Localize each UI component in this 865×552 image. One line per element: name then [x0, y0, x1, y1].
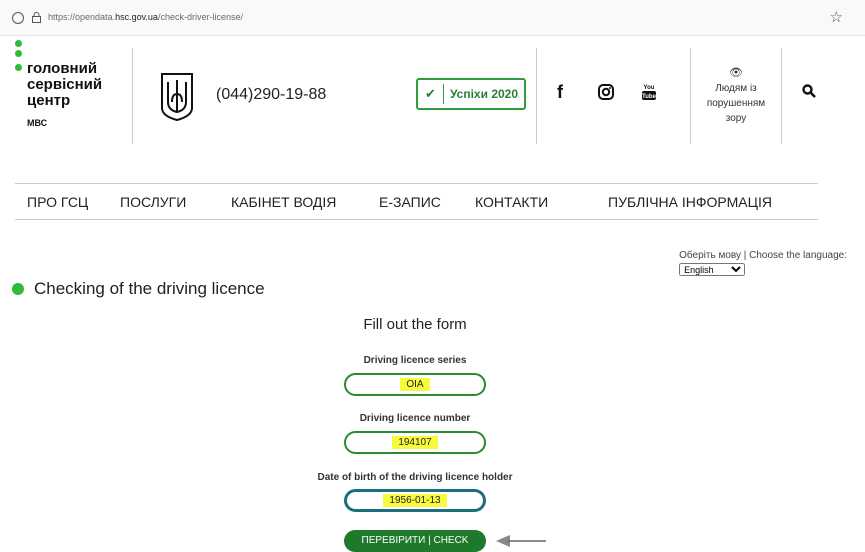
dob-label: Date of birth of the driving licence hol…: [317, 472, 513, 483]
coat-of-arms-icon: [161, 73, 193, 122]
nav-item-driver-cabinet[interactable]: КАБІНЕТ ВОДІЯ: [231, 194, 336, 210]
bookmark-star-icon[interactable]: ☆: [830, 8, 843, 26]
accessibility-line: зору: [725, 113, 747, 124]
check-button[interactable]: ПЕРЕВІРИТИ | CHECK: [344, 530, 486, 552]
dob-value: 1956-01-13: [383, 494, 447, 507]
series-value: OIA: [400, 378, 430, 391]
nav-divider: [15, 183, 818, 184]
divider: [781, 48, 782, 144]
page-title-text: Checking of the driving licence: [34, 279, 265, 298]
success-2020-button[interactable]: ✔ Успіхи 2020: [416, 78, 526, 110]
facebook-icon[interactable]: f: [557, 82, 563, 103]
svg-text:You: You: [644, 85, 655, 91]
logo-text: головний сервісний центр: [27, 61, 102, 109]
language-prompt: Оберіть мову | Choose the language:: [679, 250, 847, 261]
accessibility-line: порушенням: [706, 98, 766, 109]
nav-item-services[interactable]: ПОСЛУГИ: [120, 194, 186, 210]
number-label: Driving licence number: [359, 413, 471, 424]
logo-line: головний: [27, 60, 98, 77]
nav-item-contacts[interactable]: КОНТАКТИ: [475, 194, 548, 210]
nav-item-e-queue[interactable]: Е-ЗАПИС: [379, 194, 441, 210]
page-title: Checking of the driving licence: [12, 279, 265, 299]
series-label: Driving licence series: [363, 355, 467, 366]
dob-input[interactable]: 1956-01-13: [344, 489, 486, 512]
pointer-arrow-icon: [496, 535, 546, 547]
form-title: Fill out the form: [363, 316, 467, 333]
tracking-shield-icon[interactable]: [12, 12, 24, 24]
eye-icon: 👁: [729, 67, 743, 79]
green-bullet-icon: [12, 283, 24, 295]
browser-address-bar[interactable]: https://opendata.hsc.gov.ua/check-driver…: [0, 0, 865, 36]
logo-line: центр: [27, 92, 71, 109]
lock-icon[interactable]: [32, 12, 41, 23]
nav-divider: [15, 219, 818, 220]
accessibility-button[interactable]: 👁 Людям із порушенням зору: [690, 66, 782, 126]
divider: [536, 48, 537, 144]
divider: [132, 48, 133, 144]
url-prefix: https://opendata.: [48, 12, 116, 22]
youtube-icon[interactable]: You Tube: [641, 82, 657, 102]
address-url[interactable]: https://opendata.hsc.gov.ua/check-driver…: [48, 12, 243, 22]
success-label: Успіхи 2020: [449, 87, 519, 101]
instagram-icon[interactable]: [598, 84, 614, 100]
nav-item-public-info[interactable]: ПУБЛІЧНА ІНФОРМАЦІЯ: [608, 194, 772, 210]
search-icon[interactable]: [802, 84, 816, 98]
nav-item-about[interactable]: ПРО ГСЦ: [27, 194, 88, 210]
language-selector: Оберіть мову | Choose the language: Engl…: [679, 250, 847, 276]
language-select[interactable]: English: [679, 263, 746, 276]
phone-number[interactable]: (044)290-19-88: [216, 86, 326, 104]
url-domain: hsc.gov.ua: [115, 12, 158, 22]
url-path: /check-driver-license/: [157, 12, 243, 22]
logo-subtitle: МВС: [27, 118, 48, 128]
series-input[interactable]: OIA: [344, 373, 486, 396]
accessibility-line: Людям із: [715, 83, 757, 94]
number-value: 194107: [392, 436, 438, 449]
checkmark-icon: ✔: [418, 84, 444, 104]
svg-text:Tube: Tube: [642, 94, 657, 100]
logo-line: сервісний: [27, 76, 103, 93]
number-input[interactable]: 194107: [344, 431, 486, 454]
